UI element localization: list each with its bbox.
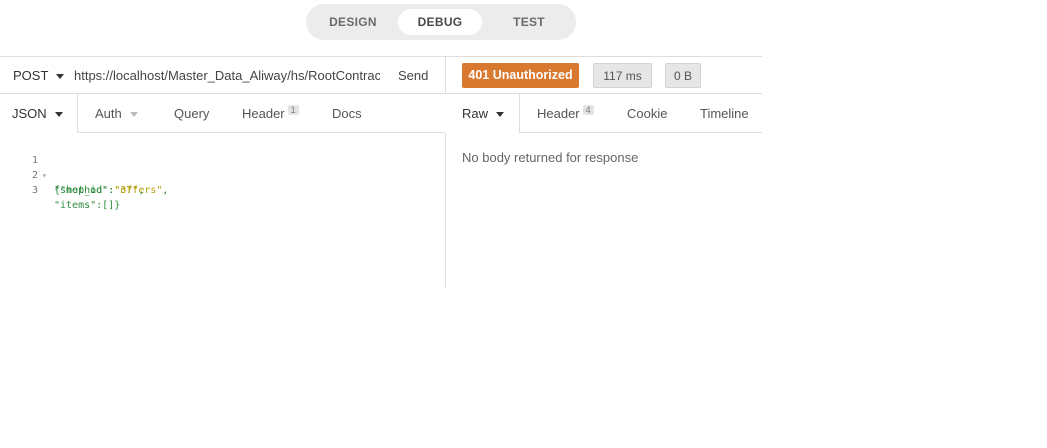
response-header-count-badge: 4 <box>582 105 594 115</box>
code-line: 3 "items":[]} <box>0 168 120 211</box>
tab-auth-label: Auth <box>95 106 122 121</box>
code-text: "items":[]} <box>54 200 121 211</box>
tab-raw[interactable]: Raw <box>462 106 505 121</box>
method-dropdown[interactable]: POST <box>13 68 65 83</box>
response-size-badge: 0 B <box>665 63 701 88</box>
header-count-badge: 1 <box>287 105 299 115</box>
tab-query[interactable]: Query <box>174 106 209 121</box>
header-divider <box>0 56 762 57</box>
chevron-down-icon <box>56 74 65 80</box>
mode-debug-button[interactable]: DEBUG <box>398 9 482 35</box>
tab-cookie[interactable]: Cookie <box>627 106 667 121</box>
tab-body-json[interactable]: JSON <box>12 106 63 121</box>
tab-timeline[interactable]: Timeline <box>700 106 749 121</box>
code-text: "shop_id":"37", <box>54 185 145 196</box>
response-time-badge: 117 ms <box>593 63 652 88</box>
url-bar-divider <box>0 93 762 94</box>
line-number: 1 <box>31 155 38 166</box>
url-input[interactable]: https://localhost/Master_Data_Aliway/hs/… <box>74 68 380 83</box>
tab-raw-label: Raw <box>462 106 489 121</box>
tab-response-header-label: Header <box>537 106 580 121</box>
request-tabs-underline <box>77 132 445 133</box>
line-number: 3 <box>31 185 38 196</box>
response-tabs-underline <box>519 132 762 133</box>
chevron-down-icon <box>496 112 505 118</box>
mode-design-button[interactable]: DESIGN <box>314 9 392 35</box>
method-label: POST <box>13 68 49 83</box>
fold-arrow-icon[interactable]: ▾ <box>42 168 47 183</box>
code-line: 2 "shop_id":"37", <box>0 153 144 196</box>
tab-header[interactable]: Header 1 <box>242 105 299 121</box>
empty-response-message: No body returned for response <box>462 150 639 165</box>
code-line: 1 ▾ {"method":"offers", <box>0 138 168 196</box>
mode-switcher: DESIGN DEBUG TEST <box>306 4 576 40</box>
chevron-down-icon <box>54 112 63 118</box>
json-body-editor[interactable]: 1 ▾ {"method":"offers", 2 "shop_id":"37"… <box>0 138 168 211</box>
line-number: 2 <box>31 170 38 181</box>
status-badge: 401 Unauthorized <box>462 63 579 88</box>
pane-splitter[interactable] <box>445 56 446 288</box>
tab-response-header[interactable]: Header 4 <box>537 105 594 121</box>
tab-docs[interactable]: Docs <box>332 106 362 121</box>
tab-body-label: JSON <box>12 106 47 121</box>
mode-test-button[interactable]: TEST <box>488 9 570 35</box>
chevron-down-icon <box>129 112 138 118</box>
send-button[interactable]: Send <box>398 68 428 83</box>
tab-header-label: Header <box>242 106 285 121</box>
tab-auth[interactable]: Auth <box>95 106 138 121</box>
